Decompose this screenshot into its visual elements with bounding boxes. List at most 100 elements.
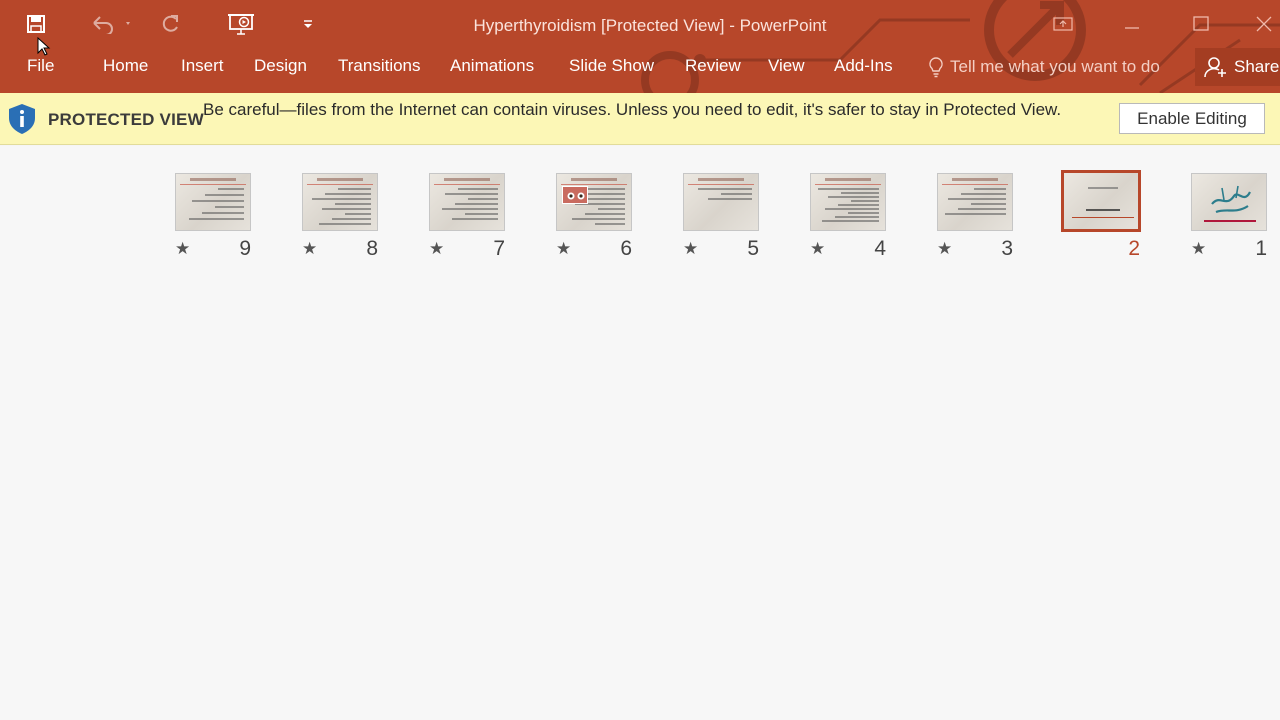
preview-text-line: [319, 223, 371, 225]
slide-thumbnail-9[interactable]: ★ 9: [175, 173, 253, 265]
preview-text-line: [458, 188, 498, 190]
tab-file[interactable]: File: [27, 56, 54, 76]
animation-star-icon[interactable]: ★: [810, 239, 825, 259]
undo-icon: [93, 16, 130, 34]
tab-review[interactable]: Review: [685, 56, 741, 76]
slide-number: 8: [366, 237, 378, 260]
slide-thumbnail-1[interactable]: ★ 1: [1191, 173, 1269, 265]
preview-text-line: [322, 208, 371, 210]
preview-rule: [434, 184, 500, 185]
preview-title: [190, 178, 236, 181]
share-label: Share: [1234, 57, 1280, 76]
slide-number: 3: [1001, 237, 1013, 260]
tab-insert[interactable]: Insert: [181, 56, 224, 76]
preview-rule: [688, 184, 754, 185]
ribbon-display-icon: [1053, 17, 1073, 31]
customize-qat-button[interactable]: [298, 8, 318, 40]
tab-add-ins[interactable]: Add-Ins: [834, 56, 893, 76]
redo-button[interactable]: [156, 8, 184, 40]
person-icon: [1204, 57, 1226, 78]
slide-preview: [1191, 173, 1267, 231]
tab-transitions[interactable]: Transitions: [338, 56, 421, 76]
slide-preview: [937, 173, 1013, 231]
customize-qat-icon: [304, 20, 312, 28]
slide-number: 6: [620, 237, 632, 260]
preview-text-line: [595, 223, 625, 225]
preview-text-line: [442, 208, 498, 210]
animation-star-icon[interactable]: ★: [937, 239, 952, 259]
slide-number: 1: [1255, 237, 1267, 260]
share-button[interactable]: Share: [1195, 48, 1280, 86]
tell-me-text: Tell me what you want to do: [950, 57, 1160, 76]
lightbulb-icon: [929, 57, 943, 78]
tab-slide-show[interactable]: Slide Show: [569, 56, 654, 76]
preview-text-line: [338, 188, 371, 190]
preview-title: [444, 178, 490, 181]
tell-me-search[interactable]: Tell me what you want to do: [928, 56, 1180, 78]
start-slideshow-button[interactable]: [224, 8, 258, 40]
slide-preview: [683, 173, 759, 231]
preview-text-line: [202, 212, 244, 214]
slide-thumbnail-4[interactable]: ★ 4: [810, 173, 888, 265]
preview-text-line: [971, 203, 1006, 205]
ribbon-display-options-button[interactable]: [1040, 6, 1086, 42]
slide-preview: [810, 173, 886, 231]
preview-text-line: [205, 194, 244, 196]
save-icon: [27, 15, 45, 33]
slide-thumbnail-5[interactable]: ★ 5: [683, 173, 761, 265]
preview-text-line: [974, 188, 1006, 190]
preview-text-line: [945, 213, 1006, 215]
preview-title: [571, 178, 617, 181]
close-icon: [1256, 16, 1272, 32]
preview-text-line: [822, 220, 879, 222]
enable-editing-button[interactable]: Enable Editing: [1119, 103, 1265, 134]
preview-text-line: [192, 200, 244, 202]
preview-text-line: [218, 188, 244, 190]
protected-view-title: PROTECTED VIEW: [48, 110, 204, 129]
animation-star-icon[interactable]: ★: [1191, 239, 1206, 259]
maximize-button[interactable]: [1178, 6, 1224, 42]
preview-text-line: [465, 213, 498, 215]
preview-text-line: [841, 192, 879, 194]
preview-text-line: [598, 208, 625, 210]
slide-preview: [429, 173, 505, 231]
protected-view-bar: PROTECTED VIEW Be careful—files from the…: [0, 93, 1280, 145]
preview-text-line: [585, 213, 625, 215]
undo-button[interactable]: [86, 8, 134, 40]
slide-thumbnail-8[interactable]: ★ 8: [302, 173, 380, 265]
preview-text-line: [335, 203, 371, 205]
preview-text-line: [838, 204, 879, 206]
preview-text-line: [332, 218, 371, 220]
preview-rule: [307, 184, 373, 185]
maximize-icon: [1193, 16, 1209, 31]
animation-star-icon[interactable]: ★: [429, 239, 444, 259]
tab-design[interactable]: Design: [254, 56, 307, 76]
preview-text-line: [572, 218, 625, 220]
slide-thumbnail-7[interactable]: ★ 7: [429, 173, 507, 265]
slide-number: 5: [747, 237, 759, 260]
slide-thumbnail-3[interactable]: ★ 3: [937, 173, 1015, 265]
animation-star-icon[interactable]: ★: [175, 239, 190, 259]
slide-thumbnail-6[interactable]: ★ 6: [556, 173, 634, 265]
tab-view[interactable]: View: [768, 56, 805, 76]
minimize-button[interactable]: [1109, 6, 1155, 42]
preview-text-line: [835, 216, 879, 218]
mouse-cursor-icon: [37, 37, 51, 56]
tab-animations[interactable]: Animations: [450, 56, 534, 76]
slide-thumbnail-2[interactable]: 2: [1061, 170, 1142, 265]
tab-home[interactable]: Home: [103, 56, 148, 76]
preview-title: [317, 178, 363, 181]
animation-star-icon[interactable]: ★: [302, 239, 317, 259]
close-button[interactable]: [1248, 6, 1280, 42]
animation-star-icon[interactable]: ★: [556, 239, 571, 259]
preview-text-line: [445, 193, 498, 195]
preview-eye-photo: [562, 186, 588, 204]
preview-text-line: [215, 206, 244, 208]
start-slideshow-icon: [228, 14, 254, 35]
preview-text-line: [848, 212, 879, 214]
preview-text-line: [468, 198, 498, 200]
animation-star-icon[interactable]: ★: [683, 239, 698, 259]
preview-text-line: [455, 203, 498, 205]
slide-preview: [1061, 170, 1141, 232]
save-button[interactable]: [22, 8, 50, 40]
